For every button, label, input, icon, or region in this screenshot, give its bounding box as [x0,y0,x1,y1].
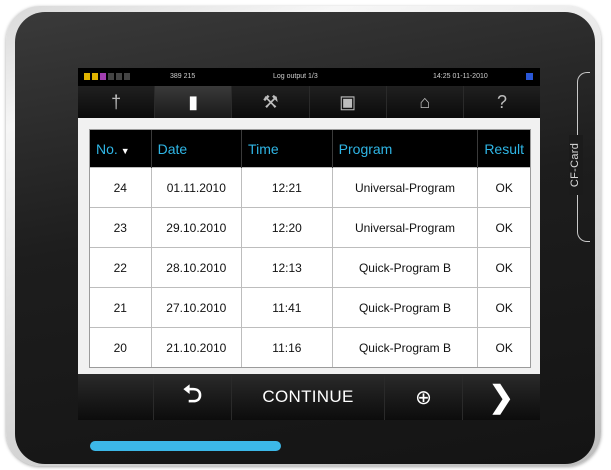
cell-result: OK [477,207,530,248]
tab-log[interactable]: ▮ [155,86,233,118]
cell-program: Quick-Program B [331,247,478,288]
status-counter: 389 215 [170,73,196,80]
back-arrow-icon: ⮌ [182,380,203,408]
header-program[interactable]: Program [331,130,478,168]
lock-icon: ⌂ [419,91,431,112]
tab-help[interactable]: ? [463,86,541,118]
status-indicator-icon [100,73,106,80]
cell-no: 24 [90,167,152,208]
cell-no: 21 [90,287,152,328]
cell-date: 21.10.2010 [150,327,242,367]
cell-result: OK [477,327,530,367]
cell-no: 23 [90,207,152,248]
table-row[interactable]: 21 27.10.2010 11:41 Quick-Program B OK [90,287,530,328]
continue-button[interactable]: CONTINUE [231,374,386,420]
connection-indicator-icon [526,73,533,80]
sort-down-icon: ▼ [120,145,130,156]
cell-program: Quick-Program B [331,287,478,328]
zoom-button[interactable]: ⊕ [385,374,463,420]
table-row[interactable]: 22 28.10.2010 12:13 Quick-Program B OK [90,247,530,288]
progress-bar [90,441,281,451]
status-indicator-icon [108,73,114,80]
table-row[interactable]: 24 01.11.2010 12:21 Universal-Program OK [90,167,530,208]
tab-device-settings[interactable]: ▣ [309,86,387,118]
cf-card-label: CF-Card [569,135,583,195]
cell-date: 01.11.2010 [150,167,242,208]
cell-program: Quick-Program B [331,327,478,367]
zoom-in-icon: ⊕ [415,386,432,409]
status-icons [84,73,130,80]
cell-no: 22 [90,247,152,288]
status-indicator-icon [84,73,90,80]
cell-date: 27.10.2010 [150,287,242,328]
log-table: No. ▼ Date Time Program Result 24 01.11.2… [90,130,530,367]
wrench-icon: ⚒ [262,91,279,112]
table-header-row: No. ▼ Date Time Program Result [90,130,530,168]
cell-time: 12:13 [241,247,333,288]
cell-time: 11:41 [241,287,333,328]
cell-date: 28.10.2010 [150,247,242,288]
header-result[interactable]: Result [477,130,530,168]
tab-bar: † ▮ ⚒ ▣ ⌂ ? [78,86,541,118]
table-row[interactable]: 20 21.10.2010 11:16 Quick-Program B OK [90,327,530,367]
header-no[interactable]: No. ▼ [90,130,152,168]
back-button[interactable]: ⮌ [154,374,232,420]
cell-result: OK [477,167,530,208]
bottom-bar: ⮌ CONTINUE ⊕ ❯ [78,374,540,420]
status-bar: 389 215 Log output 1/3 14:25 01-11-2010 [78,70,540,84]
device-settings-icon: ▣ [339,91,357,112]
cell-time: 11:16 [241,327,333,367]
cell-time: 12:20 [241,207,333,248]
status-indicator-icon [116,73,122,80]
cell-date: 29.10.2010 [150,207,242,248]
tab-tools[interactable]: ⚒ [232,86,310,118]
status-indicator-icon [92,73,98,80]
tab-activity[interactable]: † [78,86,156,118]
cell-program: Universal-Program [331,167,478,208]
cell-result: OK [477,287,530,328]
cell-result: OK [477,247,530,288]
empty-button [78,374,155,420]
status-datetime: 14:25 01-11-2010 [433,73,488,80]
table-row[interactable]: 23 29.10.2010 12:20 Universal-Program OK [90,207,530,248]
cell-time: 12:21 [241,167,333,208]
help-icon: ? [496,91,507,112]
cell-no: 20 [90,327,152,367]
running-person-icon: † [111,91,122,112]
document-stack-icon: ▮ [188,91,199,112]
tab-lock[interactable]: ⌂ [386,86,464,118]
next-button[interactable]: ❯ [462,374,540,420]
status-indicator-icon [124,73,130,80]
status-title: Log output 1/3 [273,73,318,80]
cell-program: Universal-Program [331,207,478,248]
header-date[interactable]: Date [150,130,242,168]
header-time[interactable]: Time [241,130,333,168]
chevron-right-icon: ❯ [488,380,514,414]
header-no-label: No. [96,140,118,157]
